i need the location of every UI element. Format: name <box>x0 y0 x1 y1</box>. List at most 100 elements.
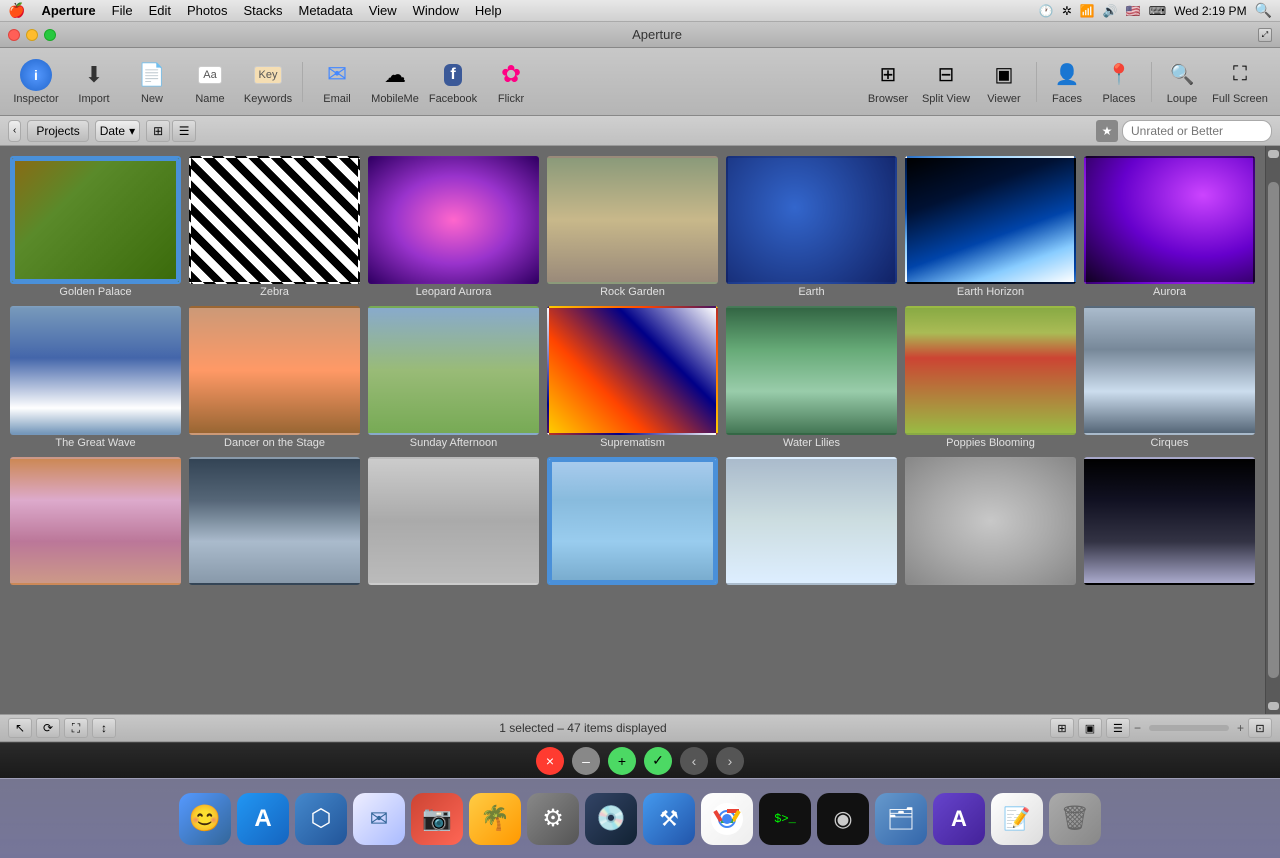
prev-button[interactable]: ‹ <box>680 747 708 775</box>
photo-item-stones[interactable] <box>905 457 1076 587</box>
photo-item-earth[interactable]: Earth <box>726 156 897 298</box>
menu-metadata[interactable]: Metadata <box>298 3 352 18</box>
toolbar-places-button[interactable]: 📍 Places <box>1093 54 1145 110</box>
photo-item-glacier[interactable] <box>547 457 718 587</box>
photo-thumb-dancer[interactable] <box>189 306 360 434</box>
menu-view[interactable]: View <box>369 3 397 18</box>
photo-thumb-suprematism[interactable] <box>547 306 718 434</box>
menu-aperture[interactable]: Aperture <box>41 3 95 18</box>
photo-thumb-earth-horizon[interactable] <box>905 156 1076 284</box>
toolbar-loupe-button[interactable]: 🔍 Loupe <box>1158 54 1206 110</box>
pick-button[interactable]: + <box>608 747 636 775</box>
photo-item-mist[interactable] <box>726 457 897 587</box>
photo-item-sketch[interactable] <box>368 457 539 587</box>
dock-icon-appstore[interactable]: A <box>237 793 289 845</box>
dock-icon-mail[interactable]: ✉ <box>353 793 405 845</box>
photo-item-aurora[interactable]: Aurora <box>1084 156 1255 298</box>
scroll-down-arrow[interactable] <box>1268 702 1279 710</box>
photo-thumb-poppies[interactable] <box>905 306 1076 434</box>
dock-icon-chrome[interactable] <box>701 793 753 845</box>
confirm-button[interactable]: ✓ <box>644 747 672 775</box>
toolbar-import-button[interactable]: ⬇ Import <box>66 54 122 110</box>
dock-icon-textedit[interactable]: 📝 <box>991 793 1043 845</box>
list-view-button[interactable]: ☰ <box>172 120 196 142</box>
spotlight-icon[interactable]: 🔍 <box>1255 2 1272 19</box>
scroll-track[interactable] <box>1268 182 1279 678</box>
photo-thumb-great-wave[interactable] <box>10 306 181 434</box>
close-button[interactable] <box>8 29 20 41</box>
dock-icon-iphoto[interactable]: 🌴 <box>469 793 521 845</box>
photo-thumb-golden-palace[interactable] <box>10 156 181 284</box>
photo-item-snow-mountain[interactable] <box>1084 457 1255 587</box>
toolbar-inspector-button[interactable]: i Inspector <box>8 54 64 110</box>
resize-button[interactable]: ⤢ <box>1258 28 1272 42</box>
photo-item-earth-horizon[interactable]: Earth Horizon <box>905 156 1076 298</box>
menu-edit[interactable]: Edit <box>149 3 171 18</box>
search-filter-button[interactable]: ★ <box>1096 120 1118 142</box>
photo-item-leopard-aurora[interactable]: Leopard Aurora <box>368 156 539 298</box>
dock-icon-finder[interactable]: 😊 <box>179 793 231 845</box>
reject-button[interactable]: × <box>536 747 564 775</box>
toolbar-keywords-button[interactable]: Key Keywords <box>240 54 296 110</box>
toolbar-viewer-button[interactable]: ▣ Viewer <box>978 54 1030 110</box>
toolbar-new-button[interactable]: 📄 New <box>124 54 180 110</box>
projects-button[interactable]: Projects <box>27 120 88 142</box>
photo-thumb-mist[interactable] <box>726 457 897 585</box>
search-input[interactable] <box>1122 120 1272 142</box>
menu-stacks[interactable]: Stacks <box>243 3 282 18</box>
photo-thumb-rock-garden[interactable] <box>547 156 718 284</box>
dock-icon-dvd[interactable]: 💿 <box>585 793 637 845</box>
photo-thumb-aurora[interactable] <box>1084 156 1255 284</box>
crop-tool[interactable]: ⛶ <box>64 718 88 738</box>
toolbar-fullscreen-button[interactable]: ⛶ Full Screen <box>1208 54 1272 110</box>
menu-file[interactable]: File <box>112 3 133 18</box>
unrated-button[interactable]: – <box>572 747 600 775</box>
photo-item-zebra[interactable]: Zebra <box>189 156 360 298</box>
menu-photos[interactable]: Photos <box>187 3 227 18</box>
filmstrip-button[interactable]: ☰ <box>1106 718 1130 738</box>
photo-item-great-wave[interactable]: The Great Wave <box>10 306 181 448</box>
dock-icon-automator[interactable]: ⚙ <box>527 793 579 845</box>
dock-icon-trash[interactable]: 🗑 <box>1049 793 1101 845</box>
photo-thumb-glacier[interactable] <box>547 457 718 585</box>
photo-thumb-cirques[interactable] <box>1084 306 1255 434</box>
photo-thumb-sketch[interactable] <box>368 457 539 585</box>
rotate-tool[interactable]: ⟳ <box>36 718 60 738</box>
toolbar-email-button[interactable]: ✉ Email <box>309 54 365 110</box>
minimize-button[interactable] <box>26 29 38 41</box>
dock-icon-migration[interactable]: ⬡ <box>295 793 347 845</box>
menu-help[interactable]: Help <box>475 3 502 18</box>
scroll-up-arrow[interactable] <box>1268 150 1279 158</box>
photo-item-golden-palace[interactable]: Golden Palace <box>10 156 181 298</box>
photo-thumb-zebra[interactable] <box>189 156 360 284</box>
maximize-button[interactable] <box>44 29 56 41</box>
fit-button[interactable]: ⊡ <box>1248 718 1272 738</box>
photo-thumb-stones[interactable] <box>905 457 1076 585</box>
scrollbar[interactable] <box>1265 146 1280 714</box>
single-view-button[interactable]: ▣ <box>1078 718 1102 738</box>
date-select[interactable]: Date ▾ <box>95 120 140 142</box>
dock-icon-terminal[interactable]: $>_ <box>759 793 811 845</box>
photo-thumb-pebbles-sea[interactable] <box>189 457 360 585</box>
photo-thumb-mountain[interactable] <box>10 457 181 585</box>
toolbar-flickr-button[interactable]: ✿ Flickr <box>483 54 539 110</box>
next-button[interactable]: › <box>716 747 744 775</box>
dock-icon-ios-sim[interactable]: A <box>933 793 985 845</box>
dock-icon-xcode[interactable]: ⚒ <box>643 793 695 845</box>
thumbnail-view-button[interactable]: ⊞ <box>1050 718 1074 738</box>
dock-icon-camera[interactable]: ◉ <box>817 793 869 845</box>
straighten-tool[interactable]: ↕ <box>92 718 116 738</box>
toolbar-mobileme-button[interactable]: ☁ MobileMe <box>367 54 423 110</box>
photo-thumb-leopard-aurora[interactable] <box>368 156 539 284</box>
photo-item-suprematism[interactable]: Suprematism <box>547 306 718 448</box>
photo-item-dancer[interactable]: Dancer on the Stage <box>189 306 360 448</box>
photo-item-poppies[interactable]: Poppies Blooming <box>905 306 1076 448</box>
photo-item-cirques[interactable]: Cirques <box>1084 306 1255 448</box>
photo-item-pebbles-sea[interactable] <box>189 457 360 587</box>
toolbar-split-view-button[interactable]: ⊟ Split View <box>916 54 976 110</box>
toolbar-facebook-button[interactable]: f Facebook <box>425 54 481 110</box>
pointer-tool[interactable]: ↖ <box>8 718 32 738</box>
toolbar-faces-button[interactable]: 👤 Faces <box>1043 54 1091 110</box>
menu-window[interactable]: Window <box>413 3 459 18</box>
apple-menu[interactable]: 🍎 <box>8 2 25 19</box>
